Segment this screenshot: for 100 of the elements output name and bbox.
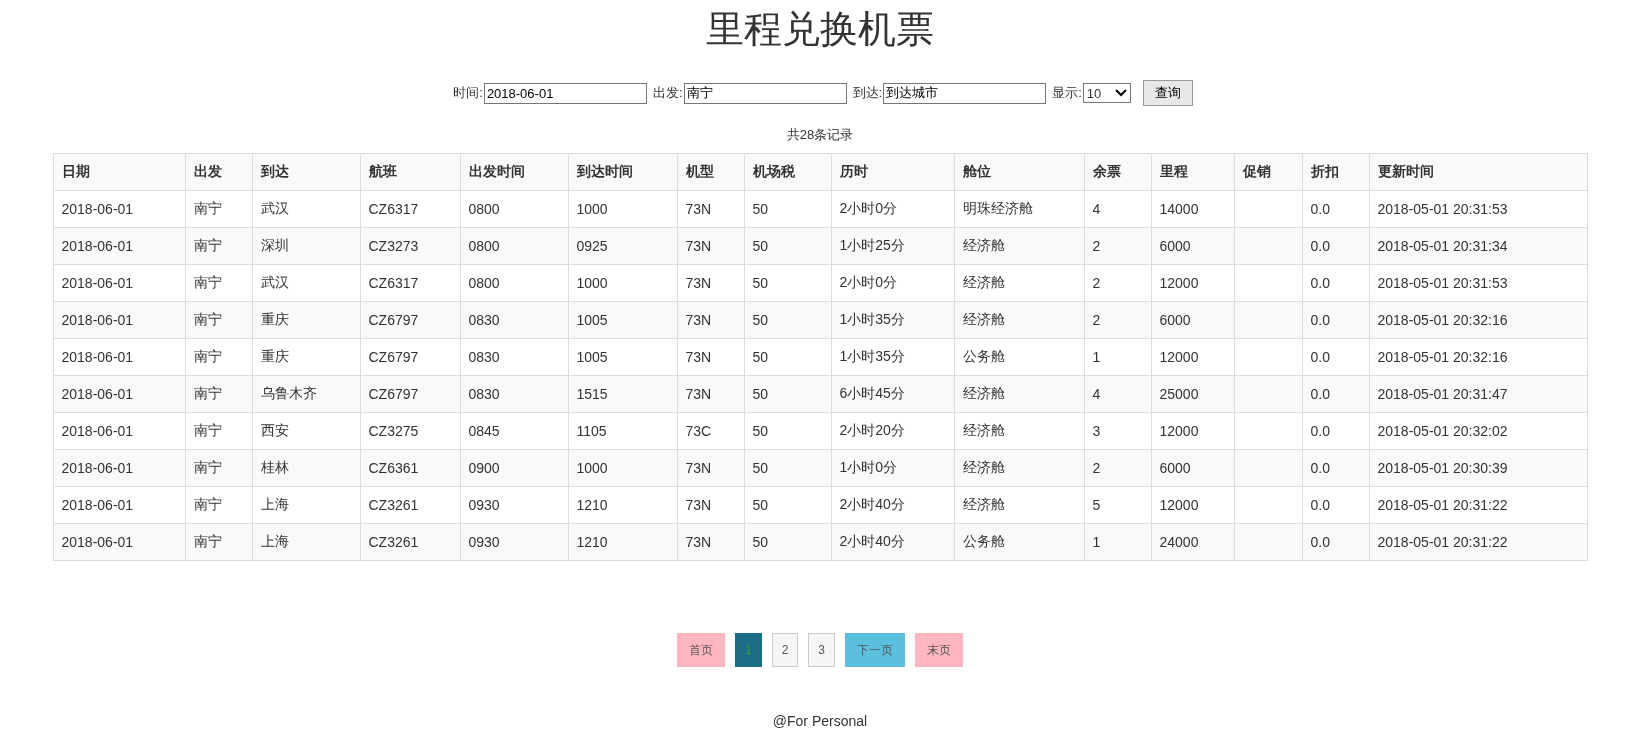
table-cell: 南宁 (185, 449, 252, 487)
table-cell: 0.0 (1302, 412, 1369, 450)
table-cell: 2018-06-01 (53, 412, 185, 450)
table-cell: 0830 (460, 338, 568, 376)
table-cell: 73N (677, 523, 744, 561)
table-cell: 武汉 (252, 190, 360, 228)
page-title: 里程兑换机票 (706, 7, 934, 52)
input-field[interactable]: 南宁 (683, 82, 847, 104)
table-cell: 2018-06-01 (53, 227, 185, 265)
table-cell: CZ6361 (360, 449, 460, 487)
table-cell: 4 (1084, 190, 1151, 228)
table-cell: 南宁 (185, 523, 252, 561)
table-cell: 73N (677, 190, 744, 228)
search-button[interactable]: 查询 (1142, 80, 1193, 106)
table-cell: 南宁 (185, 264, 252, 302)
table-cell: 2018-05-01 20:32:16 (1369, 338, 1587, 376)
input-field[interactable]: 到达城市 (883, 82, 1047, 104)
table-cell: 2小时20分 (831, 412, 954, 450)
table-cell: 0800 (460, 264, 568, 302)
page-size-dropdown[interactable]: 10 (1082, 83, 1131, 103)
table-cell: 0830 (460, 301, 568, 339)
table-cell: 0900 (460, 449, 568, 487)
table-cell: 1000 (568, 264, 677, 302)
table-cell: 2018-05-01 20:31:53 (1369, 264, 1587, 302)
table-cell: 24000 (1151, 523, 1234, 561)
table-cell: 1 (1084, 523, 1151, 561)
table-cell: 6000 (1151, 227, 1234, 265)
table-cell: 1小时35分 (831, 301, 954, 339)
table-cell: 0.0 (1302, 449, 1369, 487)
table-cell: 2018-06-01 (53, 375, 185, 413)
table-cell: 73N (677, 375, 744, 413)
table-cell: 0800 (460, 190, 568, 228)
table-cell: CZ6797 (360, 375, 460, 413)
table-cell: 73N (677, 449, 744, 487)
table-cell: 6000 (1151, 449, 1234, 487)
table-cell: 50 (744, 338, 831, 376)
table-cell: 0845 (460, 412, 568, 450)
table-cell: 73N (677, 301, 744, 339)
table-cell: 2018-06-01 (53, 449, 185, 487)
column-header: 舱位 (954, 153, 1084, 191)
table-cell: 1515 (568, 375, 677, 413)
table-cell: 武汉 (252, 264, 360, 302)
table-cell: 2018-05-01 20:31:22 (1369, 523, 1587, 561)
table-cell: 1105 (568, 412, 677, 450)
table-cell: 0830 (460, 375, 568, 413)
table-cell: 0930 (460, 486, 568, 524)
pagination-button[interactable]: 首页 (676, 633, 725, 667)
table-cell: 南宁 (185, 412, 252, 450)
table-cell: 50 (744, 375, 831, 413)
table-cell: 2018-06-01 (53, 301, 185, 339)
pagination-button[interactable]: 下一页 (845, 633, 906, 667)
table-cell: 2 (1084, 264, 1151, 302)
table-cell: CZ6797 (360, 338, 460, 376)
table-cell: 2018-06-01 (53, 264, 185, 302)
column-header: 机场税 (744, 153, 831, 191)
table-cell: 1210 (568, 523, 677, 561)
pagination-button[interactable]: 2 (771, 633, 799, 667)
table-cell: 5 (1084, 486, 1151, 524)
table-cell: 2018-05-01 20:32:02 (1369, 412, 1587, 450)
table-cell: CZ6317 (360, 264, 460, 302)
table-cell: 南宁 (185, 190, 252, 228)
table-cell: 0.0 (1302, 523, 1369, 561)
table-cell: 0800 (460, 227, 568, 265)
table-cell (1234, 227, 1302, 265)
table-cell: 6小时45分 (831, 375, 954, 413)
table-cell: 12000 (1151, 412, 1234, 450)
table-cell: 6000 (1151, 301, 1234, 339)
table-cell: CZ3261 (360, 486, 460, 524)
table-cell: 4 (1084, 375, 1151, 413)
table-cell: 50 (744, 486, 831, 524)
table-cell: 73N (677, 227, 744, 265)
table-cell (1234, 338, 1302, 376)
table-cell: 2018-06-01 (53, 523, 185, 561)
table-cell (1234, 264, 1302, 302)
table-cell: 经济舱 (954, 227, 1084, 265)
table-cell: 2018-06-01 (53, 190, 185, 228)
table-cell: 2小时0分 (831, 264, 954, 302)
column-header: 里程 (1151, 153, 1234, 191)
table-cell: 1005 (568, 301, 677, 339)
pagination-button[interactable]: 3 (808, 633, 836, 667)
table-cell: 1小时35分 (831, 338, 954, 376)
table-cell: 12000 (1151, 264, 1234, 302)
table-cell: 经济舱 (954, 264, 1084, 302)
table-cell: 3 (1084, 412, 1151, 450)
table-cell: 73C (677, 412, 744, 450)
table-cell: 50 (744, 190, 831, 228)
pagination-button[interactable]: 末页 (915, 633, 964, 667)
table-cell: 2018-05-01 20:31:53 (1369, 190, 1587, 228)
table-cell: 0.0 (1302, 375, 1369, 413)
table-cell: 明珠经济舱 (954, 190, 1084, 228)
table-cell: 50 (744, 449, 831, 487)
field-label: 到达: (852, 84, 883, 102)
table-cell: 2018-06-01 (53, 486, 185, 524)
table-cell: 公务舱 (954, 523, 1084, 561)
table-cell: CZ3273 (360, 227, 460, 265)
input-field[interactable]: 2018-06-01 (483, 82, 647, 104)
column-header: 历时 (831, 153, 954, 191)
table-cell: 乌鲁木齐 (252, 375, 360, 413)
table-cell: 2018-05-01 20:30:39 (1369, 449, 1587, 487)
field-label: 出发: (652, 84, 683, 102)
